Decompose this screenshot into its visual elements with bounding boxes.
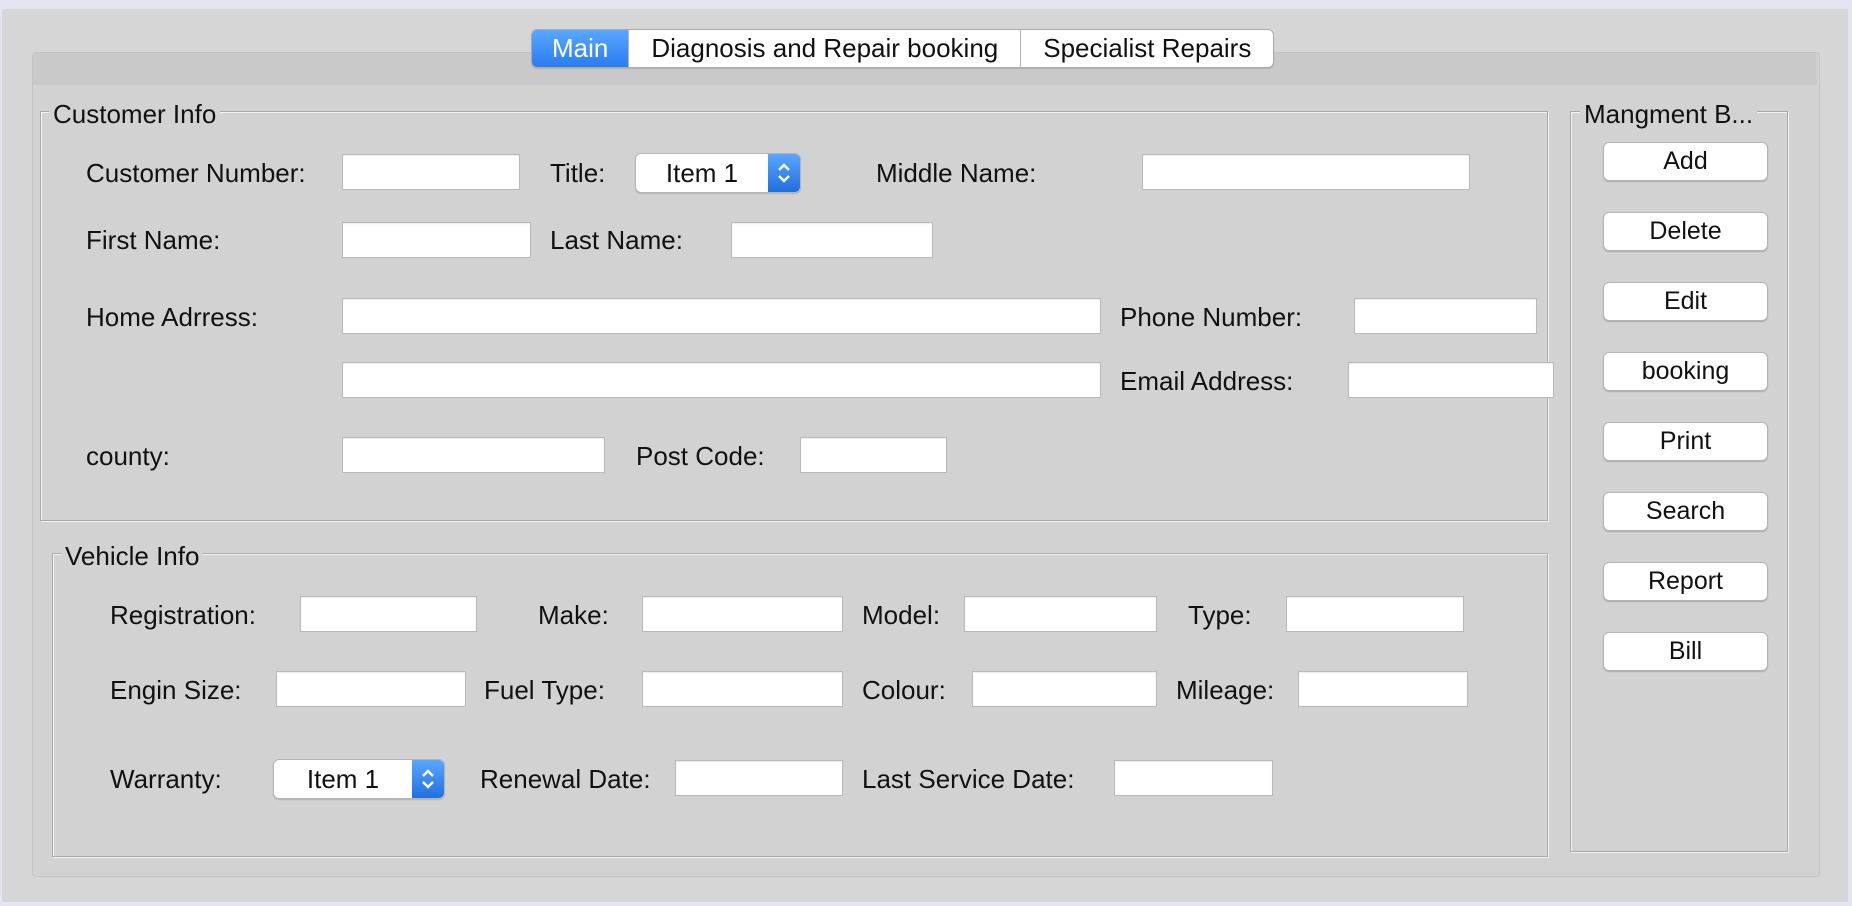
home-address-line1-field[interactable] [342,298,1101,334]
search-button[interactable]: Search [1603,492,1768,531]
middle-name-field[interactable] [1142,154,1470,190]
first-name-label: First Name: [86,225,221,255]
warranty-select-value: Item 1 [306,764,380,794]
warranty-select[interactable]: Item 1 [273,759,445,799]
model-label: Model: [862,600,941,630]
customer-info-legend: Customer Info [49,99,221,129]
post-code-field[interactable] [800,437,947,473]
add-button[interactable]: Add [1603,142,1768,181]
report-button[interactable]: Report [1603,562,1768,601]
home-address-label: Home Adrress: [86,302,258,332]
edit-button[interactable]: Edit [1603,282,1768,321]
bill-button[interactable]: Bill [1603,632,1768,671]
engine-size-field[interactable] [276,671,466,707]
vehicle-info-legend: Vehicle Info [61,541,204,571]
engine-size-label: Engin Size: [110,675,242,705]
make-label: Make: [538,600,609,630]
tab-specialist-repairs[interactable]: Specialist Repairs [1020,30,1273,67]
model-field[interactable] [964,596,1157,632]
post-code-label: Post Code: [636,441,765,471]
type-label: Type: [1188,600,1252,630]
title-label: Title: [550,158,606,188]
home-address-line2-field[interactable] [342,362,1101,398]
print-button[interactable]: Print [1603,422,1768,461]
email-address-field[interactable] [1348,362,1554,398]
mileage-label: Mileage: [1176,675,1275,705]
colour-field[interactable] [972,671,1157,707]
tab-diagnosis-repair-booking[interactable]: Diagnosis and Repair booking [628,30,1020,67]
tab-main[interactable]: Main [532,30,629,67]
county-field[interactable] [342,437,605,473]
type-field[interactable] [1286,596,1464,632]
last-name-field[interactable] [731,222,933,258]
renewal-date-label: Renewal Date: [480,764,651,794]
title-select-value: Item 1 [665,158,739,188]
registration-field[interactable] [300,596,477,632]
customer-number-field[interactable] [342,154,520,190]
mileage-field[interactable] [1298,671,1468,707]
make-field[interactable] [642,596,843,632]
registration-label: Registration: [110,600,256,630]
phone-number-label: Phone Number: [1120,302,1303,332]
email-address-label: Email Address: [1120,366,1294,396]
customer-number-label: Customer Number: [86,158,306,188]
renewal-date-field[interactable] [675,760,843,796]
last-service-date-label: Last Service Date: [862,764,1075,794]
title-select[interactable]: Item 1 [635,153,801,193]
fuel-type-label: Fuel Type: [484,675,605,705]
up-down-chevron-icon [768,154,800,192]
warranty-label: Warranty: [110,764,222,794]
tab-bar: Main Diagnosis and Repair booking Specia… [531,29,1275,68]
county-label: county: [86,441,170,471]
last-service-date-field[interactable] [1114,760,1273,796]
management-buttons-legend: Mangment B... [1580,99,1758,129]
colour-label: Colour: [862,675,946,705]
fuel-type-field[interactable] [642,671,843,707]
middle-name-label: Middle Name: [876,158,1037,188]
booking-button[interactable]: booking [1603,352,1768,391]
delete-button[interactable]: Delete [1603,212,1768,251]
up-down-chevron-icon [412,760,444,798]
last-name-label: Last Name: [550,225,683,255]
phone-number-field[interactable] [1354,298,1537,334]
first-name-field[interactable] [342,222,531,258]
